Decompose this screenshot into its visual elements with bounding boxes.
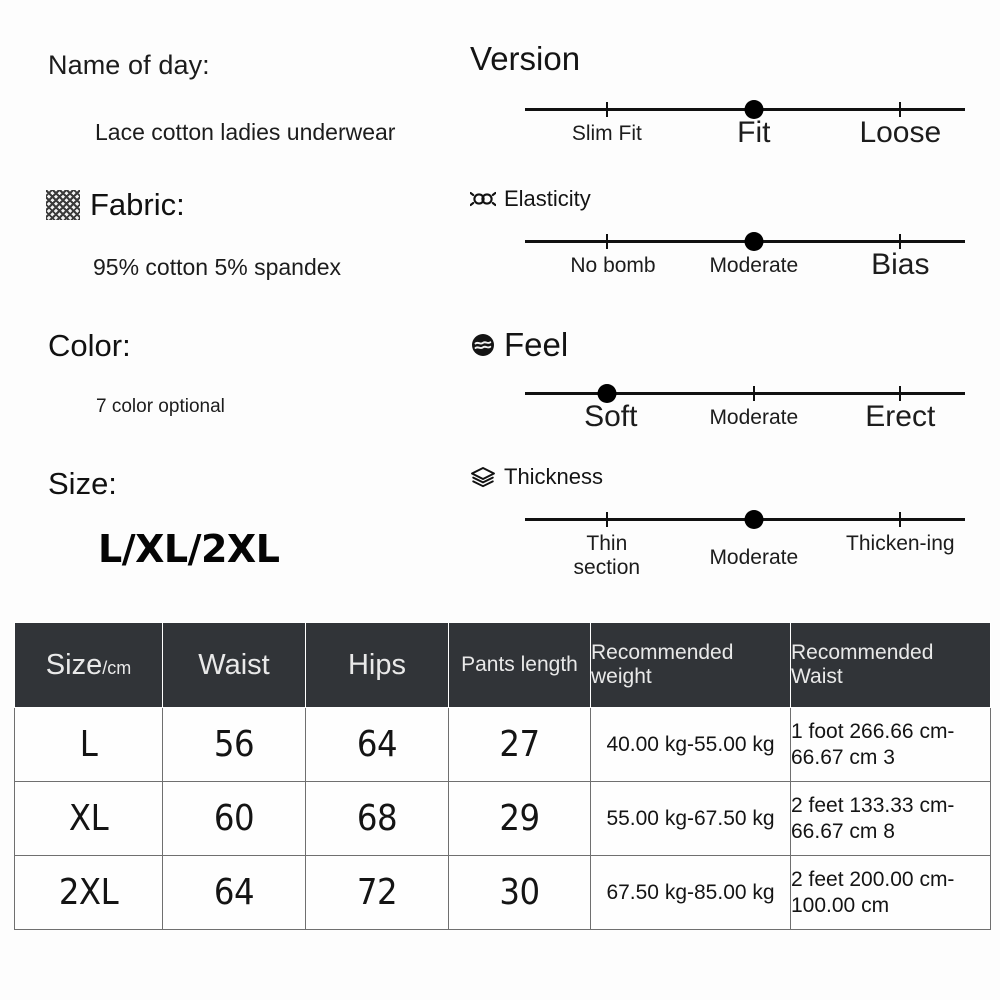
slider-tick — [605, 102, 608, 117]
spec-value: L/XL/2XL — [98, 527, 280, 571]
cell-hips: 64 — [305, 707, 449, 782]
cell-recommended-waist: 1 foot 266.66 cm-66.67 cm 3 — [790, 707, 991, 782]
slider-scale-labels: Thin section Moderate Thicken-ing — [525, 532, 965, 594]
slider-title: Elasticity — [470, 186, 1000, 212]
thickness-layers-icon — [470, 464, 496, 490]
cell-waist: 56 — [162, 707, 306, 782]
cell-pants-length: 27 — [448, 707, 591, 782]
cell-pants-length: 30 — [448, 855, 591, 930]
slider-tick — [899, 386, 902, 401]
slider-knob[interactable] — [744, 510, 764, 529]
cell-hips: 72 — [305, 855, 449, 930]
spec-color: Color: — [48, 328, 131, 364]
slider-option-label[interactable]: Thin section — [552, 532, 662, 579]
spec-value: Lace cotton ladies underwear — [95, 119, 396, 145]
slider-scale-labels: No bomb Moderate Bias — [525, 248, 965, 316]
slider-tick — [899, 234, 902, 249]
table-header-pants-length: Pants length — [448, 622, 591, 708]
slider-option-label[interactable]: No bomb — [570, 254, 655, 278]
cell-waist: 64 — [162, 855, 306, 930]
slider-scale-labels: Soft Moderate Erect — [525, 400, 965, 468]
slider-title-label: Feel — [504, 326, 569, 363]
slider-tick — [899, 512, 902, 527]
cell-waist: 60 — [162, 781, 306, 856]
elasticity-icon — [470, 186, 496, 212]
cell-recommended-waist: 2 feet 133.33 cm-66.67 cm 8 — [790, 781, 991, 856]
slider-option-label[interactable]: Fit — [737, 116, 770, 150]
table-header-recommended-weight: Recommended weight — [590, 622, 791, 708]
spec-fabric: Fabric: — [46, 187, 185, 223]
table-header-recommended-waist: Recommended Waist — [790, 622, 991, 708]
slider-option-label[interactable]: Loose — [859, 116, 941, 150]
slider-title-label: Version — [470, 40, 581, 77]
spec-size-value: L/XL/2XL — [98, 527, 280, 571]
slider-title-label: Thickness — [504, 464, 604, 489]
spec-color-value: 7 color optional — [96, 396, 225, 418]
slider-option-label[interactable]: Moderate — [709, 406, 798, 430]
spec-name-of-day: Name of day: — [48, 50, 210, 81]
slider-option-label[interactable]: Soft — [584, 400, 637, 434]
slider-option-label[interactable]: Erect — [865, 400, 935, 434]
table-row: XL 60 68 29 55.00 kg-67.50 kg 2 feet 133… — [14, 781, 991, 856]
slider-option-label[interactable]: Moderate — [709, 254, 798, 278]
feel-icon — [470, 332, 496, 358]
size-chart-table: Size/cm Waist Hips Pants length Recommen… — [14, 622, 991, 930]
table-header-row: Size/cm Waist Hips Pants length Recommen… — [14, 622, 991, 708]
cell-recommended-waist: 2 feet 200.00 cm-100.00 cm — [790, 855, 991, 930]
slider-option-label[interactable]: Slim Fit — [572, 122, 642, 146]
cell-recommended-weight: 55.00 kg-67.50 kg — [590, 781, 791, 856]
specification-list: Name of day: Lace cotton ladies underwea… — [0, 0, 470, 610]
cell-size: XL — [14, 781, 163, 856]
slider-tick — [605, 512, 608, 527]
table-header-hips: Hips — [305, 622, 449, 708]
cell-size: L — [14, 707, 163, 782]
spec-label: Name of day: — [48, 50, 210, 80]
table-row: L 56 64 27 40.00 kg-55.00 kg 1 foot 266.… — [14, 707, 991, 782]
slider-title: Feel — [470, 326, 1000, 364]
slider-scale-labels: Slim Fit Fit Loose — [525, 116, 965, 184]
spec-fabric-value: 95% cotton 5% spandex — [93, 254, 341, 281]
cell-size: 2XL — [14, 855, 163, 930]
slider-title-label: Elasticity — [504, 186, 591, 211]
spec-value: 7 color optional — [96, 396, 225, 417]
slider-title: Version — [470, 40, 1000, 78]
spec-label-row: Name of day: — [48, 50, 210, 81]
slider-tick — [605, 234, 608, 249]
spec-label: Color: — [48, 328, 131, 363]
table-header-size: Size/cm — [14, 622, 163, 708]
spec-name-of-day-value: Lace cotton ladies underwear — [95, 119, 395, 146]
slider-group-version: Version Slim Fit Fit Loose — [470, 40, 1000, 184]
attribute-sliders: Version Slim Fit Fit Loose Elasticity No… — [470, 0, 1000, 610]
spec-label: Size: — [48, 466, 117, 501]
spec-label-row: Fabric: — [46, 187, 185, 223]
header-unit: /cm — [102, 657, 132, 678]
spec-value: 95% cotton 5% spandex — [93, 254, 342, 280]
cell-pants-length: 29 — [448, 781, 591, 856]
slider-tick — [752, 386, 755, 401]
cell-recommended-weight: 40.00 kg-55.00 kg — [590, 707, 791, 782]
table-row: 2XL 64 72 30 67.50 kg-85.00 kg 2 feet 20… — [14, 855, 991, 930]
cell-hips: 68 — [305, 781, 449, 856]
slider-group-elasticity: Elasticity No bomb Moderate Bias — [470, 186, 1000, 316]
header-label: Size — [45, 648, 103, 681]
slider-title: Thickness — [470, 464, 1000, 490]
slider-option-label[interactable]: Bias — [871, 248, 929, 282]
slider-option-label[interactable]: Thicken-ing — [842, 532, 958, 556]
spec-size: Size: — [48, 466, 117, 502]
slider-option-label[interactable]: Moderate — [709, 546, 798, 570]
table-header-waist: Waist — [162, 622, 306, 708]
slider-knob[interactable] — [744, 232, 764, 251]
slider-group-feel: Feel Soft Moderate Erect — [470, 326, 1000, 468]
spec-label: Fabric: — [90, 187, 185, 222]
slider-tick — [899, 102, 902, 117]
slider-track-thickness[interactable] — [525, 506, 965, 532]
cell-recommended-weight: 67.50 kg-85.00 kg — [590, 855, 791, 930]
slider-group-thickness: Thickness Thin section Moderate Thicken-… — [470, 464, 1000, 594]
fabric-swatch-icon — [46, 190, 80, 220]
